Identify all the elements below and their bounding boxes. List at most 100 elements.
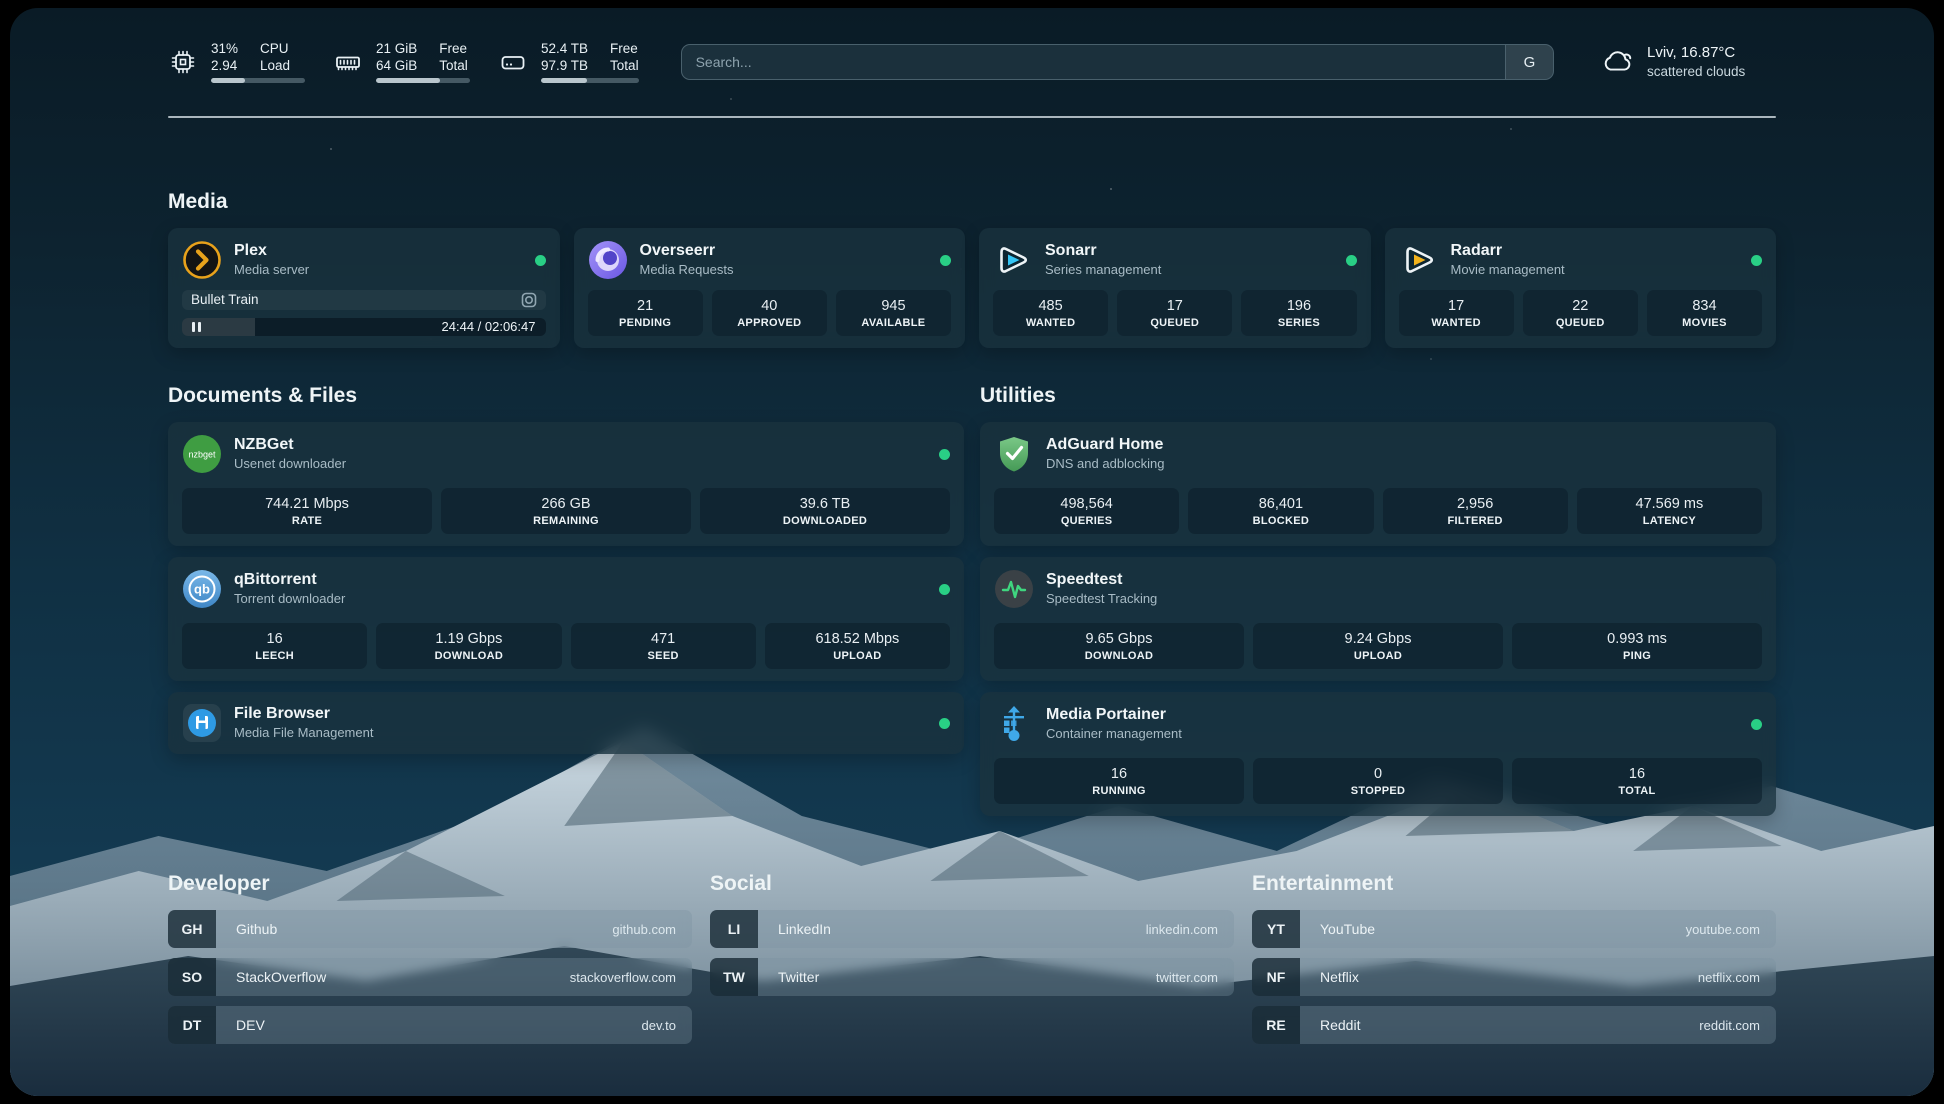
memory-total-label: Total (439, 58, 468, 75)
overseerr-stats: 21 PENDING 40 APPROVED 945 AVAILABLE (588, 290, 952, 336)
overseerr-subtitle: Media Requests (640, 262, 734, 279)
app-card-speedtest[interactable]: Speedtest Speedtest Tracking 9.65 Gbps D… (980, 557, 1776, 681)
plex-status-dot (535, 255, 546, 266)
bookmark-url: github.com (612, 922, 676, 937)
nzbget-subtitle: Usenet downloader (234, 456, 346, 473)
header-divider (168, 116, 1776, 118)
bookmark-github[interactable]: GH Github github.com (168, 910, 692, 948)
nzbget-header: nzbget NZBGet Usenet downloader (182, 434, 950, 474)
app-card-sonarr[interactable]: Sonarr Series management 485 WANTED 17 Q… (979, 228, 1371, 348)
stat-box-blocked: 86,401 BLOCKED (1188, 488, 1373, 534)
cpu-stat-body: 31% 2.94 CPU Load (211, 41, 305, 84)
stat-label: STOPPED (1351, 785, 1405, 797)
bookmark-netflix[interactable]: NF Netflix netflix.com (1252, 958, 1776, 996)
app-card-adguard[interactable]: AdGuard Home DNS and adblocking 498,564 … (980, 422, 1776, 546)
cpu-labels: CPU Load (260, 41, 290, 75)
stat-label: WANTED (1431, 317, 1480, 329)
dashboard-window: 31% 2.94 CPU Load (10, 8, 1934, 1096)
radarr-icon (1399, 240, 1439, 280)
stat-label: DOWNLOADED (783, 515, 867, 527)
portainer-subtitle: Container management (1046, 726, 1182, 743)
search-engine-button[interactable]: G (1505, 45, 1553, 79)
bookmark-group-entertainment: Entertainment YT YouTube youtube.com NF … (1252, 872, 1776, 1044)
stat-label: UPLOAD (833, 650, 881, 662)
stat-box-download: 9.65 Gbps DOWNLOAD (994, 623, 1244, 669)
bookmark-dev[interactable]: DT DEV dev.to (168, 1006, 692, 1044)
stat-value: 744.21 Mbps (265, 496, 349, 512)
stat-value: 47.569 ms (1636, 496, 1704, 512)
stat-label: RATE (292, 515, 322, 527)
disk-free-label: Free (610, 41, 639, 58)
stat-label: BLOCKED (1253, 515, 1310, 527)
adguard-stats: 498,564 QUERIES 86,401 BLOCKED 2,956 FIL… (994, 488, 1762, 534)
memory-values: 21 GiB 64 GiB (376, 41, 417, 75)
sonarr-titles: Sonarr Series management (1045, 241, 1161, 279)
stat-box-filtered: 2,956 FILTERED (1383, 488, 1568, 534)
stat-box-total: 16 TOTAL (1512, 758, 1762, 804)
stat-value: 266 GB (541, 496, 590, 512)
plex-title: Plex (234, 241, 309, 262)
filebrowser-title: File Browser (234, 704, 373, 725)
stat-box-wanted: 17 WANTED (1399, 290, 1514, 336)
sonarr-subtitle: Series management (1045, 262, 1161, 279)
app-card-plex[interactable]: Plex Media server Bullet Train (168, 228, 560, 348)
bookmark-linkedin[interactable]: LI LinkedIn linkedin.com (710, 910, 1234, 948)
cpu-icon (168, 47, 198, 77)
plex-icon (182, 240, 222, 280)
qbittorrent-title: qBittorrent (234, 570, 345, 591)
bookmarks-area: Developer GH Github github.com SO StackO… (168, 872, 1776, 1044)
qbittorrent-header: qb qBittorrent Torrent downloader (182, 569, 950, 609)
speedtest-titles: Speedtest Speedtest Tracking (1046, 570, 1157, 608)
pause-icon[interactable] (192, 322, 201, 332)
qbittorrent-icon: qb (182, 569, 222, 609)
portainer-status-dot (1751, 719, 1762, 730)
bookmark-reddit[interactable]: RE Reddit reddit.com (1252, 1006, 1776, 1044)
filebrowser-subtitle: Media File Management (234, 725, 373, 742)
sonarr-title: Sonarr (1045, 241, 1161, 262)
stat-box-pending: 21 PENDING (588, 290, 703, 336)
app-card-radarr[interactable]: Radarr Movie management 17 WANTED 22 QUE… (1385, 228, 1777, 348)
app-card-portainer[interactable]: Media Portainer Container management 16 … (980, 692, 1776, 816)
app-card-overseerr[interactable]: Overseerr Media Requests 21 PENDING 40 A… (574, 228, 966, 348)
filebrowser-status-dot (939, 718, 950, 729)
adguard-titles: AdGuard Home DNS and adblocking (1046, 435, 1165, 473)
app-card-filebrowser[interactable]: File Browser Media File Management (168, 692, 964, 754)
stat-label: WANTED (1026, 317, 1075, 329)
stat-label: UPLOAD (1354, 650, 1402, 662)
stat-box-upload: 9.24 Gbps UPLOAD (1253, 623, 1503, 669)
stat-box-downloaded: 39.6 TB DOWNLOADED (700, 488, 950, 534)
portainer-header: Media Portainer Container management (994, 704, 1762, 744)
bookmark-name: Twitter (778, 969, 819, 985)
bookmark-youtube[interactable]: YT YouTube youtube.com (1252, 910, 1776, 948)
weather-condition: scattered clouds (1647, 63, 1745, 81)
cpu-load-label: Load (260, 58, 290, 75)
svg-text:qb: qb (194, 582, 210, 597)
cloud-icon (1600, 45, 1634, 79)
app-card-qbittorrent[interactable]: qb qBittorrent Torrent downloader (168, 557, 964, 681)
stat-value: 834 (1692, 298, 1716, 314)
portainer-titles: Media Portainer Container management (1046, 705, 1182, 743)
stat-box-wanted: 485 WANTED (993, 290, 1108, 336)
memory-progress-bar (376, 78, 470, 83)
bookmark-url: twitter.com (1156, 970, 1218, 985)
two-column-area: Documents & Files nzbget NZBGet (168, 384, 1776, 816)
stat-value: 86,401 (1259, 496, 1303, 512)
adguard-subtitle: DNS and adblocking (1046, 456, 1165, 473)
disk-values: 52.4 TB 97.9 TB (541, 41, 588, 75)
stat-value: 945 (881, 298, 905, 314)
stat-label: AVAILABLE (861, 317, 925, 329)
search-input[interactable] (682, 45, 1505, 79)
bookmark-abbr: SO (168, 958, 216, 996)
memory-icon (333, 47, 363, 77)
radarr-status-dot (1751, 255, 1762, 266)
bookmark-twitter[interactable]: TW Twitter twitter.com (710, 958, 1234, 996)
section-heading-utilities: Utilities (980, 384, 1776, 408)
cpu-values: 31% 2.94 (211, 41, 238, 75)
app-card-nzbget[interactable]: nzbget NZBGet Usenet downloader 74 (168, 422, 964, 546)
system-stats: 31% 2.94 CPU Load (168, 41, 639, 84)
stat-box-queries: 498,564 QUERIES (994, 488, 1179, 534)
stat-label: APPROVED (737, 317, 801, 329)
plex-player-time: 24:44 / 02:06:47 (442, 319, 536, 334)
bookmark-stackoverflow[interactable]: SO StackOverflow stackoverflow.com (168, 958, 692, 996)
sonarr-icon (993, 240, 1033, 280)
